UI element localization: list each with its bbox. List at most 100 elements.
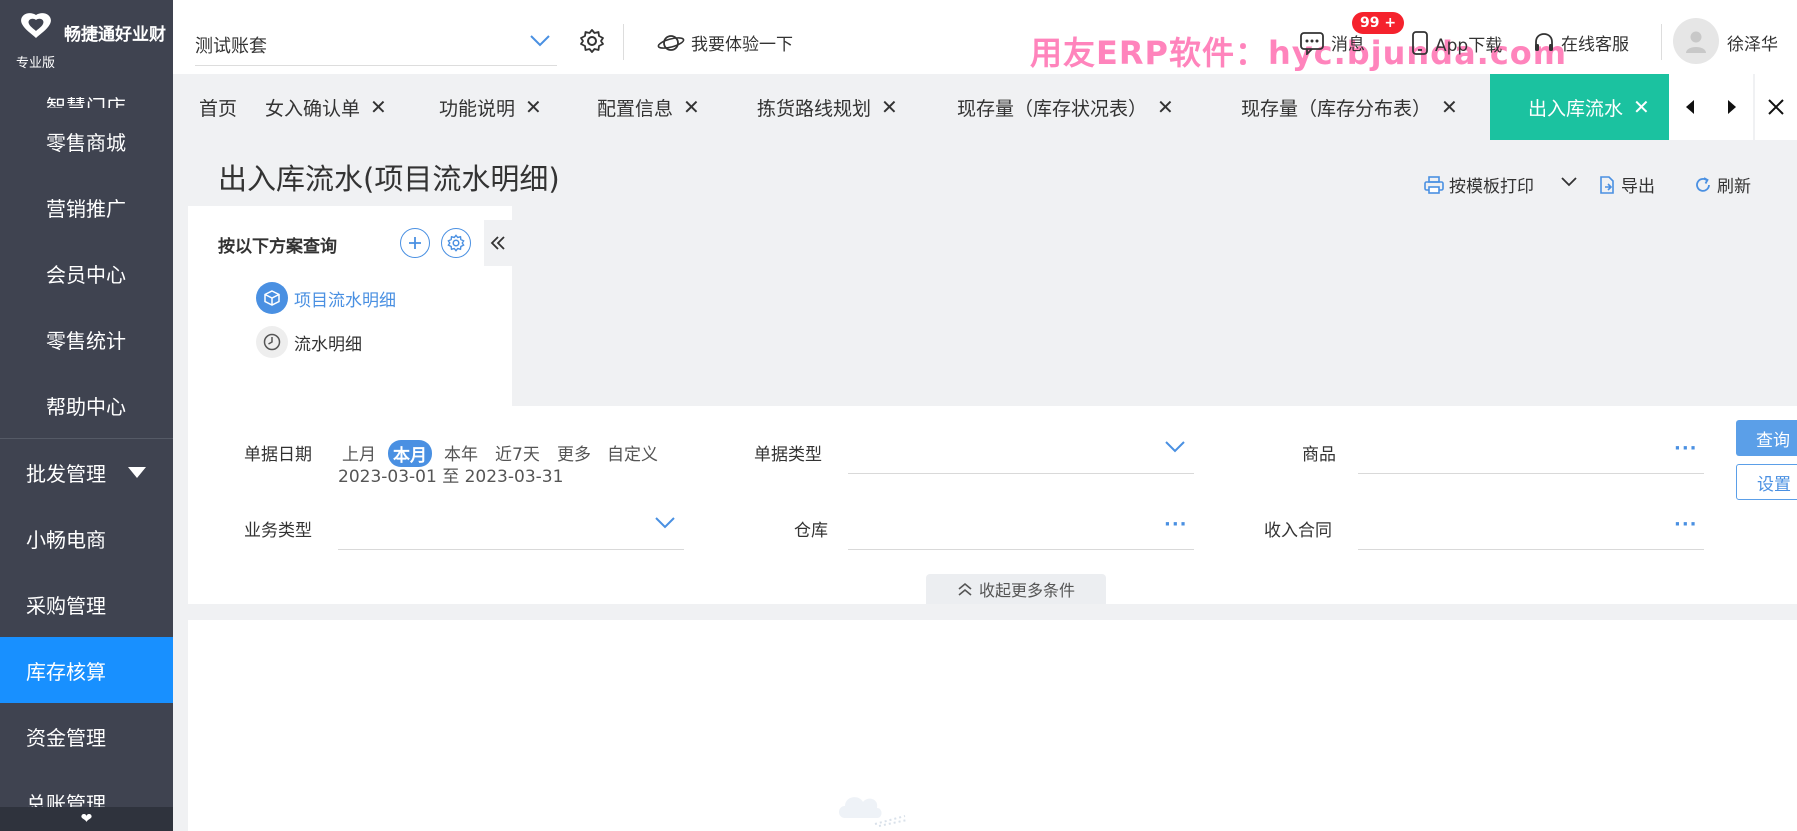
app-download-label: App下载 [1435,35,1503,56]
collapse-panel-button[interactable] [484,220,512,266]
warehouse-label: 仓库 [794,521,828,541]
account-select-value: 测试账套 [195,35,267,57]
sidebar-item-label: 零售商城 [46,130,126,155]
print-label: 按模板打印 [1449,177,1534,197]
scheme-item-label: 流水明细 [294,334,362,355]
chevron-down-icon[interactable] [1560,176,1578,188]
tab-stock-distribution[interactable]: 现存量（库存分布表） ✕ [1241,74,1458,140]
close-icon[interactable]: ✕ [881,95,898,119]
close-all-tabs-button[interactable] [1755,74,1797,140]
sidebar-item-inventory[interactable]: 库存核算 [0,637,173,703]
sidebar-item-purchasing[interactable]: 采购管理 [0,571,173,637]
tab-income-confirm[interactable]: 女入确认单 ✕ [265,74,387,140]
tab-feature-desc[interactable]: 功能说明 ✕ [439,74,542,140]
sidebar-item-retail-mall[interactable]: 零售商城 [0,108,173,174]
sidebar-item-label: 智慧门店 [46,95,126,108]
online-service-label: 在线客服 [1561,35,1629,55]
refresh-icon [1696,176,1710,192]
online-service-link[interactable]: 在线客服 [1533,30,1629,55]
query-button[interactable]: 查询 [1736,420,1797,456]
chevron-down-icon[interactable] [654,516,676,530]
message-icon [1300,31,1324,55]
sidebar-item-retail-stats[interactable]: 零售统计 [0,306,173,372]
headset-icon [1535,32,1553,51]
tab-inout-flow[interactable]: 出入库流水 ✕ [1490,74,1672,140]
app-download-link[interactable]: App下载 [1411,30,1502,56]
cube-icon [256,282,288,314]
collapse-more-conditions-button[interactable]: 收起更多条件 [926,574,1106,604]
refresh-label: 刷新 [1717,177,1751,197]
sidebar-item-help-center[interactable]: 帮助中心 [0,372,173,438]
caret-right-icon [1728,100,1736,114]
add-scheme-button[interactable] [400,228,430,258]
refresh-button[interactable]: 刷新 [1694,172,1751,197]
sidebar-item-label: 小畅电商 [26,527,106,552]
tab-bar: 首页 女入确认单 ✕ 功能说明 ✕ 配置信息 ✕ 拣货路线规划 ✕ 现存量（库存状况表）… [173,74,1797,140]
account-select[interactable]: 测试账套 [195,24,557,66]
biz-type-select[interactable] [338,549,684,550]
results-area [188,620,1797,831]
more-dots-icon[interactable]: ··· [1674,438,1698,459]
sidebar-item-label: 采购管理 [26,593,106,618]
gear-icon [447,234,465,252]
tab-picking-route[interactable]: 拣货路线规划 ✕ [757,74,898,140]
tab-next-button[interactable] [1711,74,1753,140]
tab-stock-status[interactable]: 现存量（库存状况表） ✕ [957,74,1174,140]
export-button[interactable]: 导出 [1598,172,1655,197]
page-title: 出入库流水(项目流水明细) [218,162,560,196]
close-icon[interactable]: ✕ [683,95,700,119]
more-dots-icon[interactable]: ··· [1674,514,1698,535]
caret-down-icon [128,466,146,478]
close-icon[interactable]: ✕ [1633,95,1650,119]
sidebar-item-wholesale[interactable]: 批发管理 [0,439,173,505]
date-range-value: 2023-03-01 至 2023-03-31 [338,467,564,487]
chevron-down-icon[interactable] [1164,440,1186,454]
messages-link[interactable]: 消息 [1299,30,1365,55]
sidebar-item-funds[interactable]: 资金管理 [0,703,173,769]
date-chip-custom[interactable]: 自定义 [607,440,658,465]
tab-prev-button[interactable] [1669,74,1711,140]
more-dots-icon[interactable]: ··· [1164,514,1188,535]
doc-type-select[interactable] [848,473,1194,474]
gear-icon[interactable] [579,28,605,54]
close-icon [1768,99,1784,115]
sidebar-footer[interactable]: ❤ [0,807,173,831]
doc-type-label: 单据类型 [754,445,822,465]
caret-left-icon [1686,100,1694,114]
close-icon[interactable]: ✕ [525,95,542,119]
double-chevron-left-icon [490,236,505,250]
tab-label: 功能说明 [439,97,516,120]
sidebar-item-ecommerce[interactable]: 小畅电商 [0,505,173,571]
close-icon[interactable]: ✕ [1441,95,1458,119]
scheme-item-flow-detail[interactable]: 流水明细 [256,326,362,358]
close-icon[interactable]: ✕ [370,95,387,119]
scheme-settings-button[interactable] [441,228,471,258]
sidebar-item-member-center[interactable]: 会员中心 [0,240,173,306]
close-icon[interactable]: ✕ [1157,95,1174,119]
warehouse-input[interactable] [848,549,1194,550]
username[interactable]: 徐泽华 [1727,30,1778,55]
sidebar-item-smart-store[interactable]: 智慧门店 [0,74,173,108]
avatar[interactable] [1673,18,1719,64]
print-template-button[interactable]: 按模板打印 [1424,172,1534,197]
tab-label: 拣货路线规划 [757,97,872,120]
contract-input[interactable] [1358,549,1704,550]
logo-icon [21,13,51,38]
sidebar-item-label: 零售统计 [46,328,126,353]
try-experience-link[interactable]: 我要体验一下 [657,30,793,55]
tab-config-info[interactable]: 配置信息 ✕ [597,74,700,140]
scheme-item-label: 项目流水明细 [294,290,396,311]
heart-icon: ❤ [80,811,93,827]
sidebar-item-marketing[interactable]: 营销推广 [0,174,173,240]
goods-input[interactable] [1358,473,1704,474]
tab-label: 配置信息 [597,97,674,120]
goods-label: 商品 [1302,445,1336,465]
query-scheme-panel: 按以下方案查询 项目流水明细 流水明细 [188,206,512,406]
edition-label: 专业版 [16,56,56,71]
message-count-badge: 99 + [1352,12,1405,34]
tab-label: 女入确认单 [265,97,361,120]
scheme-title: 按以下方案查询 [218,237,337,257]
scheme-item-project-flow[interactable]: 项目流水明细 [256,282,396,314]
settings-button[interactable]: 设置 [1736,464,1797,500]
tab-home[interactable]: 首页 [199,74,237,140]
